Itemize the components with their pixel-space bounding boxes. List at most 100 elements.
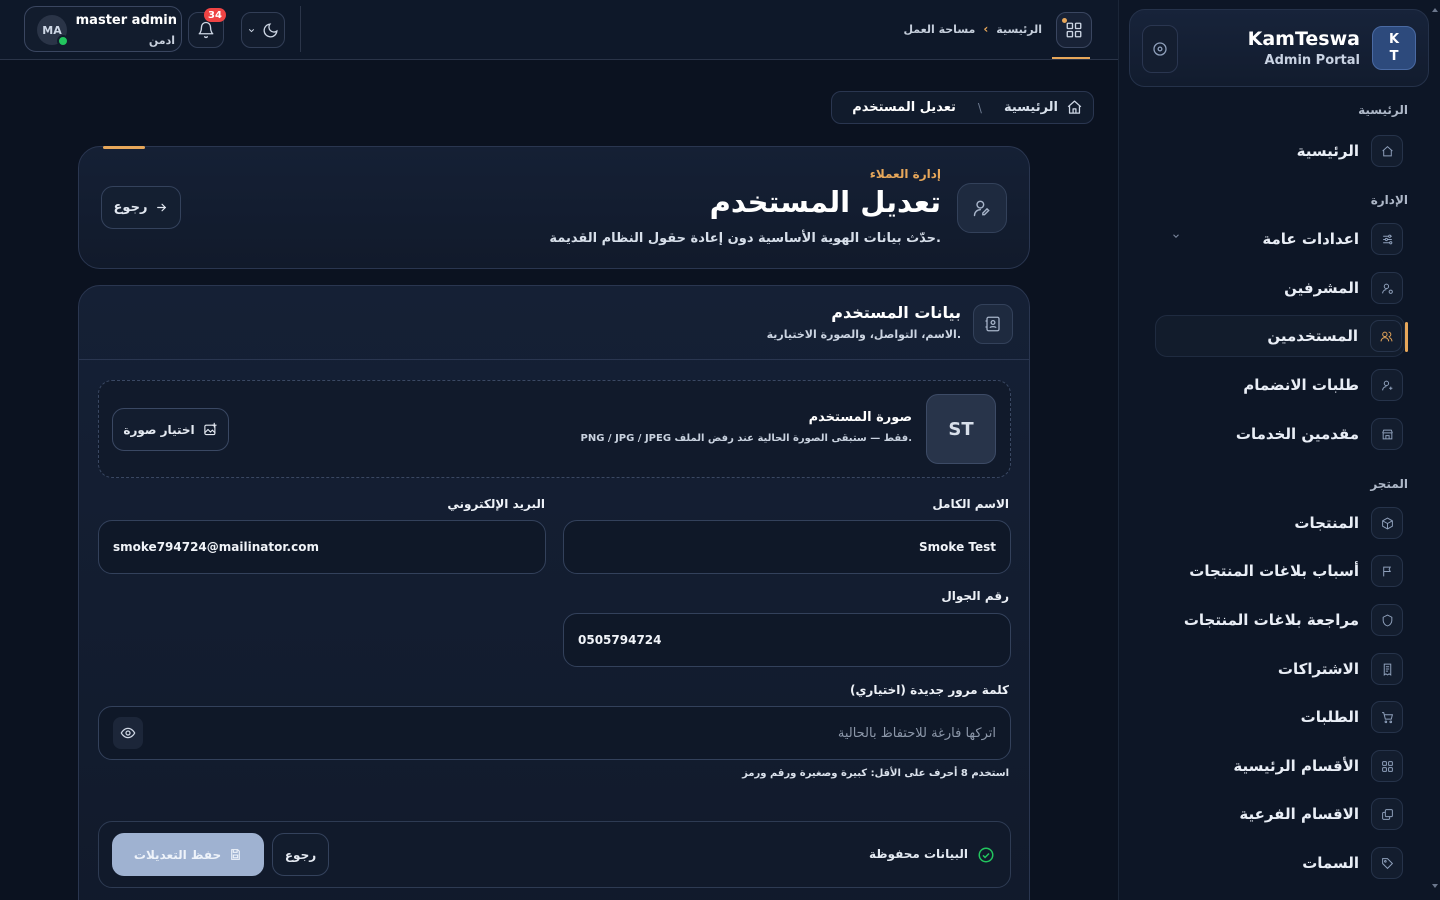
- page-title: تعديل المستخدم: [709, 185, 941, 219]
- sidebar-item-label: مقدمين الخدمات: [1235, 425, 1359, 443]
- breadcrumb: تعديل المستخدم \ الرئيسية: [831, 91, 1094, 124]
- chevron-down-icon: [1171, 231, 1181, 241]
- save-icon: [229, 848, 242, 861]
- password-input[interactable]: اتركها فارغة للاحتفاظ بالحالية: [98, 706, 1011, 760]
- notification-count-badge: 34: [204, 8, 226, 22]
- grid-icon: [1065, 21, 1083, 39]
- theme-toggle-button[interactable]: [241, 12, 285, 48]
- phone-label: رقم الجوال: [941, 589, 1009, 603]
- section-title: بيانات المستخدم: [831, 303, 961, 322]
- sidebar: K T KamTeswa Admin Portal الرئيسية الرئي…: [1118, 0, 1440, 900]
- full-name-label: الاسم الكامل: [932, 497, 1009, 511]
- sidebar-item-label: اعدادات عامة: [1262, 230, 1359, 248]
- user-role: ادمن: [148, 34, 175, 47]
- password-hint: استخدم 8 أحرف على الأقل: كبيرة وصغيرة ور…: [742, 768, 1009, 779]
- moon-icon: [262, 22, 279, 39]
- back-button-label: رجوع: [113, 200, 148, 215]
- choose-photo-button[interactable]: اختيار صورة: [112, 408, 229, 451]
- sidebar-item-service-providers[interactable]: مقدمين الخدمات: [1155, 413, 1405, 455]
- save-changes-button[interactable]: حفظ التعديلات: [112, 833, 264, 876]
- sidebar-item-label: الأقسام الرئيسية: [1233, 757, 1359, 775]
- layers-icon: [1371, 798, 1403, 830]
- brand-logo-letter-top: K: [1388, 32, 1400, 47]
- sidebar-item-report-reasons[interactable]: أسباب بلاغات المنتجات: [1155, 550, 1405, 592]
- sidebar-item-label: مراجعة بلاغات المنتجات: [1183, 611, 1359, 629]
- header-kicker: إدارة العملاء: [869, 167, 941, 181]
- breadcrumb-home-link[interactable]: الرئيسية: [1004, 100, 1058, 115]
- top-bar: MA master admin ادمن 34 مساحة العمل ‹ ال…: [0, 0, 1118, 60]
- breadcrumb-current: تعديل المستخدم: [852, 100, 956, 115]
- eye-icon: [120, 725, 136, 741]
- sidebar-item-label: الرئيسية: [1296, 142, 1359, 160]
- phone-value: 0505794724: [578, 633, 662, 647]
- check-circle-icon: [976, 845, 996, 865]
- sidebar-item-subscriptions[interactable]: الاشتراكات: [1155, 648, 1405, 690]
- brand-subtitle: Admin Portal: [1264, 53, 1360, 68]
- full-name-input[interactable]: Smoke Test: [563, 520, 1011, 574]
- sidebar-item-label: المستخدمين: [1267, 327, 1358, 345]
- choose-photo-label: اختيار صورة: [123, 422, 195, 437]
- back-button[interactable]: رجوع: [101, 186, 181, 229]
- indicator-dot: [1062, 18, 1067, 23]
- sidebar-item-supervisors[interactable]: المشرفين: [1155, 267, 1405, 309]
- cart-icon: [1371, 701, 1403, 733]
- sidebar-item-attributes[interactable]: السمات: [1155, 842, 1405, 884]
- section-title-store: المتجر: [1370, 477, 1408, 491]
- brand-logo: K T: [1372, 26, 1416, 70]
- sidebar-item-label: السمات: [1302, 854, 1359, 872]
- phone-input[interactable]: 0505794724: [563, 613, 1011, 667]
- sidebar-item-sub-categories[interactable]: الاقسام الفرعية: [1155, 793, 1405, 835]
- store-icon: [1371, 418, 1403, 450]
- home-icon: [1066, 99, 1083, 116]
- section-subtitle: الاسم، التواصل، والصورة الاختيارية.: [766, 328, 961, 341]
- breadcrumb-home-link[interactable]: الرئيسية: [996, 23, 1042, 36]
- apps-grid-button[interactable]: [1056, 12, 1092, 48]
- email-label: البريد الإلكتروني: [447, 497, 545, 511]
- breadcrumb-separator: \: [977, 100, 982, 115]
- sidebar-item-general-settings[interactable]: اعدادات عامة: [1155, 218, 1405, 260]
- image-upload-icon: [203, 422, 218, 437]
- sidebar-item-users[interactable]: المستخدمين: [1155, 315, 1408, 357]
- header-accent: [103, 146, 145, 149]
- bell-icon: [197, 21, 215, 39]
- footer-back-button[interactable]: رجوع: [272, 833, 329, 876]
- active-underline: [1052, 57, 1090, 59]
- section-title-admin: الإدارة: [1370, 193, 1408, 207]
- sidebar-item-products[interactable]: المنتجات: [1155, 502, 1405, 544]
- photo-upload-area[interactable]: ST صورة المستخدم PNG / JPG / JPEG فقط — …: [98, 380, 1011, 478]
- email-value: smoke794724@mailinator.com: [113, 540, 319, 554]
- save-status-text: البيانات محفوظة: [869, 847, 968, 861]
- tag-icon: [1371, 847, 1403, 879]
- grid-icon: [1371, 750, 1403, 782]
- brand-card: K T KamTeswa Admin Portal: [1129, 9, 1429, 87]
- email-input[interactable]: smoke794724@mailinator.com: [98, 520, 546, 574]
- brand-logo-letter-bottom: T: [1389, 49, 1399, 64]
- toggle-password-visibility-button[interactable]: [113, 717, 143, 749]
- user-photo-avatar: ST: [926, 394, 996, 464]
- sidebar-item-label: المشرفين: [1284, 279, 1359, 297]
- sidebar-item-report-review[interactable]: مراجعة بلاغات المنتجات: [1155, 599, 1405, 641]
- user-plus-icon: [1371, 369, 1403, 401]
- user-menu[interactable]: MA master admin ادمن: [24, 6, 182, 52]
- user-edit-icon: [957, 183, 1007, 233]
- sidebar-scrollbar[interactable]: [1432, 8, 1438, 888]
- password-label: كلمة مرور جديدة (اختياري): [849, 683, 1009, 697]
- sidebar-item-orders[interactable]: الطلبات: [1155, 696, 1405, 738]
- top-breadcrumb: مساحة العمل ‹ الرئيسية: [903, 22, 1042, 36]
- divider: [300, 6, 301, 52]
- page-header-card: إدارة العملاء تعديل المستخدم حدّث بيانات…: [78, 146, 1030, 269]
- sidebar-collapse-button[interactable]: [1142, 25, 1178, 73]
- section-title-home: الرئيسية: [1358, 103, 1408, 117]
- brand-title: KamTeswa: [1247, 28, 1360, 50]
- receipt-icon: [1371, 653, 1403, 685]
- photo-title: صورة المستخدم: [808, 410, 912, 425]
- online-status-dot: [57, 35, 69, 47]
- sidebar-item-home[interactable]: الرئيسية: [1155, 130, 1405, 172]
- sidebar-item-label: الطلبات: [1300, 708, 1359, 726]
- sidebar-item-join-requests[interactable]: طلبات الانضمام: [1155, 364, 1405, 406]
- form-actions-bar: البيانات محفوظة رجوع حفظ التعديلات: [98, 821, 1011, 888]
- sidebar-item-main-categories[interactable]: الأقسام الرئيسية: [1155, 745, 1405, 787]
- sidebar-item-label: المنتجات: [1294, 514, 1359, 532]
- user-form-card: بيانات المستخدم الاسم، التواصل، والصورة …: [78, 285, 1030, 900]
- breadcrumb-current: مساحة العمل: [903, 22, 976, 36]
